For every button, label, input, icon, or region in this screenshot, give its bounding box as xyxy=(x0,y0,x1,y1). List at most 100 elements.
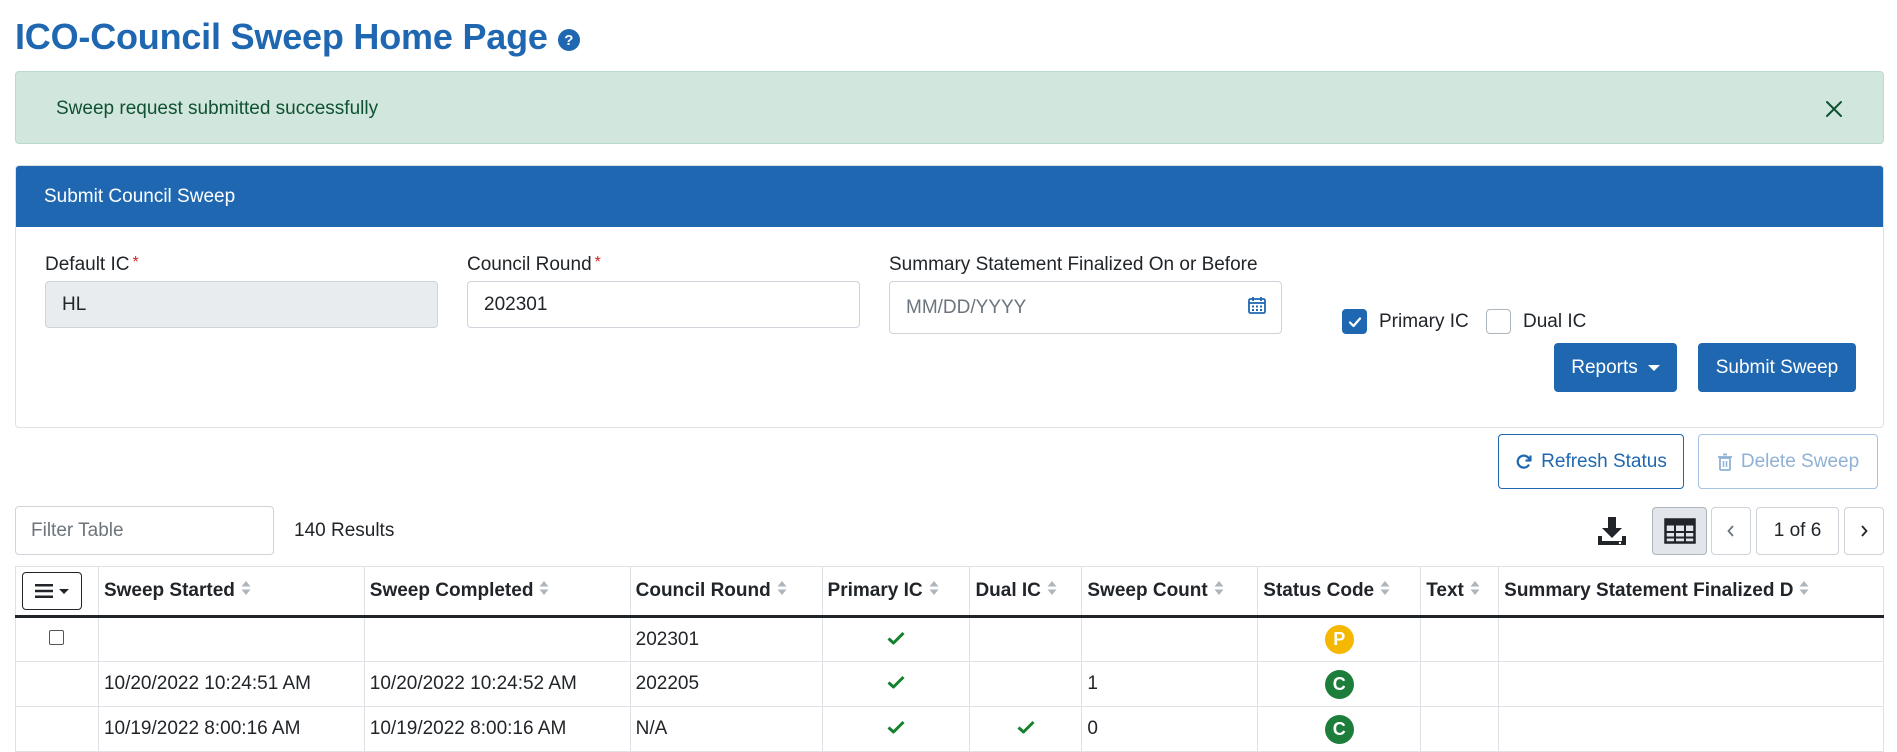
dual-ic-checkbox[interactable]: Dual IC xyxy=(1486,309,1586,334)
previous-page-button[interactable] xyxy=(1711,507,1751,555)
status-badge: C xyxy=(1324,714,1354,744)
dual-ic-cell xyxy=(969,661,1082,707)
check-icon xyxy=(887,720,905,734)
table-view-icon[interactable] xyxy=(1652,507,1707,555)
check-icon xyxy=(887,675,905,689)
chevron-left-icon xyxy=(1727,525,1734,537)
status-badge: C xyxy=(1324,669,1354,699)
sweep-table: Sweep Started Sweep Completed Council Ro… xyxy=(15,566,1884,752)
primary-ic-cell xyxy=(821,706,970,752)
alert-message: Sweep request submitted successfully xyxy=(56,98,379,119)
column-menu-button[interactable] xyxy=(22,572,82,610)
reports-button[interactable]: Reports xyxy=(1554,343,1677,392)
text-cell xyxy=(1420,616,1499,662)
table-row[interactable]: 10/19/2022 8:00:16 AM 10/19/2022 8:00:16… xyxy=(15,706,1884,752)
trash-icon xyxy=(1717,453,1732,471)
dual-ic-label: Dual IC xyxy=(1523,310,1587,332)
council-round-cell: 202301 xyxy=(629,616,823,662)
filter-table-input[interactable]: Filter Table xyxy=(15,506,274,555)
primary-ic-cell xyxy=(821,616,970,662)
next-page-button[interactable] xyxy=(1844,507,1884,555)
status-code-cell: P xyxy=(1257,616,1421,662)
sort-icon[interactable] xyxy=(1380,580,1390,602)
check-icon xyxy=(887,631,905,644)
text-cell xyxy=(1420,706,1499,752)
checkbox-checked-icon[interactable] xyxy=(1342,309,1367,334)
primary-ic-cell xyxy=(821,661,970,707)
summary-date-label: Summary Statement Finalized On or Before xyxy=(889,254,1258,275)
primary-ic-label: Primary IC xyxy=(1379,310,1469,332)
required-icon: * xyxy=(594,254,601,271)
sort-icon[interactable] xyxy=(1214,580,1224,602)
delete-sweep-button[interactable]: Delete Sweep xyxy=(1698,434,1878,489)
sort-icon[interactable] xyxy=(929,580,939,602)
page-title: ICO-Council Sweep Home Page ? xyxy=(15,16,580,58)
checkbox-empty-icon[interactable] xyxy=(1486,309,1511,334)
sweep-count-cell: 1 xyxy=(1081,661,1258,707)
status-code-cell: C xyxy=(1257,661,1421,707)
submit-sweep-button[interactable]: Submit Sweep xyxy=(1698,343,1856,392)
col-sweep-started[interactable]: Sweep Started xyxy=(97,566,365,618)
sweep-completed-cell: 10/20/2022 10:24:52 AM xyxy=(363,661,631,707)
default-ic-field: HL xyxy=(45,281,438,328)
required-icon: * xyxy=(132,254,139,271)
sort-icon[interactable] xyxy=(777,580,787,602)
table-header-row: Sweep Started Sweep Completed Council Ro… xyxy=(15,566,1884,618)
col-text[interactable]: Text xyxy=(1420,566,1499,618)
sweep-count-cell: 0 xyxy=(1081,706,1258,752)
table-row[interactable]: 10/20/2022 10:24:51 AM 10/20/2022 10:24:… xyxy=(15,661,1884,707)
sweep-count-cell xyxy=(1081,616,1258,662)
submit-council-sweep-panel: Submit Council Sweep Default IC * HL Coun… xyxy=(15,165,1884,428)
row-checkbox[interactable] xyxy=(49,629,65,645)
summary-date-input[interactable]: MM/DD/YYYY xyxy=(889,281,1282,334)
council-round-input[interactable]: 202301 xyxy=(467,281,860,328)
sort-icon[interactable] xyxy=(1047,580,1057,602)
summary-cell xyxy=(1498,661,1884,707)
summary-cell xyxy=(1498,616,1884,662)
dual-ic-cell xyxy=(969,616,1082,662)
col-sweep-completed[interactable]: Sweep Completed xyxy=(363,566,631,618)
refresh-icon xyxy=(1516,454,1532,469)
chevron-right-icon xyxy=(1861,525,1868,537)
col-summary-statement[interactable]: Summary Statement Finalized D xyxy=(1498,566,1884,618)
sweep-started-cell: 10/20/2022 10:24:51 AM xyxy=(97,661,365,707)
close-icon[interactable] xyxy=(1819,94,1849,124)
download-icon[interactable] xyxy=(1592,507,1632,555)
refresh-status-button[interactable]: Refresh Status xyxy=(1498,434,1684,489)
caret-down-icon xyxy=(59,588,69,594)
sweep-started-cell xyxy=(97,616,365,662)
council-round-label: Council Round * xyxy=(467,254,601,275)
sweep-completed-cell: 10/19/2022 8:00:16 AM xyxy=(363,706,631,752)
col-council-round[interactable]: Council Round xyxy=(629,566,823,618)
council-round-cell: 202205 xyxy=(629,661,823,707)
col-sweep-count[interactable]: Sweep Count xyxy=(1081,566,1258,618)
council-round-cell: N/A xyxy=(629,706,823,752)
summary-cell xyxy=(1498,706,1884,752)
col-primary-ic[interactable]: Primary IC xyxy=(821,566,970,618)
col-dual-ic[interactable]: Dual IC xyxy=(969,566,1082,618)
sweep-started-cell: 10/19/2022 8:00:16 AM xyxy=(97,706,365,752)
table-row[interactable]: 202301 P xyxy=(15,616,1884,662)
primary-ic-checkbox[interactable]: Primary IC xyxy=(1342,309,1469,334)
dual-ic-cell xyxy=(969,706,1082,752)
sort-icon[interactable] xyxy=(241,580,251,602)
text-cell xyxy=(1420,661,1499,707)
sort-icon[interactable] xyxy=(539,580,549,602)
menu-icon xyxy=(35,584,53,598)
success-alert: Sweep request submitted successfully xyxy=(15,71,1884,144)
sort-icon[interactable] xyxy=(1470,580,1480,602)
calendar-icon[interactable] xyxy=(1247,295,1267,321)
status-code-cell: C xyxy=(1257,706,1421,752)
caret-down-icon xyxy=(1647,364,1660,371)
col-status-code[interactable]: Status Code xyxy=(1257,566,1421,618)
column-menu-header xyxy=(15,566,99,618)
row-select-cell xyxy=(15,661,99,707)
status-badge: P xyxy=(1324,625,1354,654)
sweep-completed-cell xyxy=(363,616,631,662)
default-ic-label: Default IC * xyxy=(45,254,139,275)
sort-icon[interactable] xyxy=(1799,580,1809,602)
row-select-cell[interactable] xyxy=(15,616,99,662)
check-icon xyxy=(1017,720,1035,734)
help-icon[interactable]: ? xyxy=(557,29,580,51)
row-select-cell xyxy=(15,706,99,752)
